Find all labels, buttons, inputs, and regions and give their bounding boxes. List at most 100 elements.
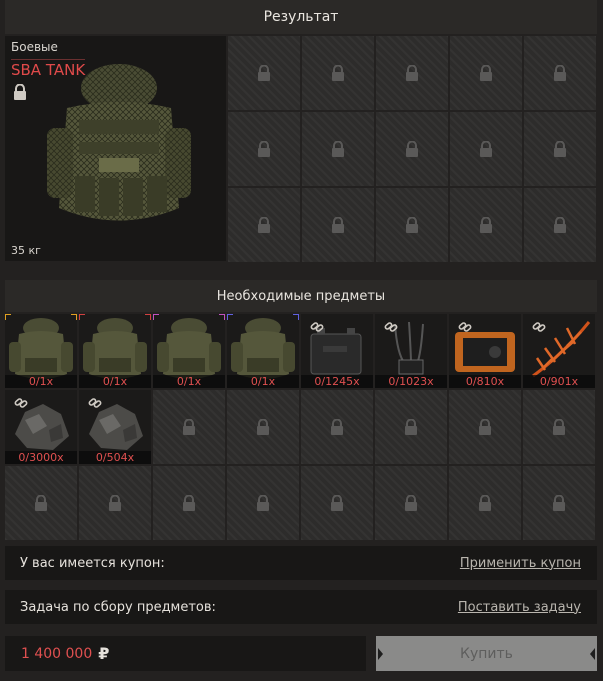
required-item[interactable]: 0/901x	[523, 314, 595, 388]
link-icon	[458, 322, 472, 332]
locked-slot	[523, 466, 595, 540]
required-item[interactable]: 0/1x	[5, 314, 77, 388]
armor-image	[47, 64, 191, 221]
required-item[interactable]: 0/1245x	[301, 314, 373, 388]
lock-icon	[183, 495, 195, 511]
buy-button[interactable]: Купить	[376, 636, 597, 671]
lock-icon	[554, 217, 566, 233]
task-row: Задача по сбору предметов: Поставить зад…	[5, 590, 597, 624]
locked-slot	[376, 112, 448, 186]
locked-slot	[228, 188, 300, 262]
lock-icon	[257, 419, 269, 435]
locked-slot	[450, 188, 522, 262]
lock-icon	[480, 217, 492, 233]
item-count: 0/1x	[227, 375, 299, 388]
lock-icon	[480, 65, 492, 81]
link-icon	[532, 322, 546, 332]
lock-icon	[406, 65, 418, 81]
lock-icon	[479, 419, 491, 435]
locked-slot	[228, 36, 300, 110]
lock-icon	[480, 141, 492, 157]
item-category: Боевые	[11, 40, 58, 54]
lock-icon	[258, 65, 270, 81]
result-item-panel[interactable]: Боевые SBA TANK 35 кг	[5, 36, 226, 261]
set-task-link[interactable]: Поставить задачу	[458, 600, 581, 615]
locked-slot	[227, 466, 299, 540]
lock-icon	[258, 141, 270, 157]
locked-slot	[302, 36, 374, 110]
rarity-corner-icon	[5, 314, 11, 320]
rarity-corner-icon	[227, 314, 233, 320]
item-count: 0/1x	[5, 375, 77, 388]
locked-slot	[376, 188, 448, 262]
link-icon	[14, 398, 28, 408]
buy-button-label: Купить	[460, 645, 513, 662]
locked-slot	[5, 466, 77, 540]
currency-icon: ₽	[98, 644, 110, 663]
lock-icon	[406, 141, 418, 157]
lock-icon	[109, 495, 121, 511]
rarity-corner-icon	[219, 314, 225, 320]
rarity-corner-icon	[293, 314, 299, 320]
lock-icon	[405, 419, 417, 435]
locked-slot	[449, 466, 521, 540]
lock-icon	[332, 217, 344, 233]
lock-icon	[183, 419, 195, 435]
required-item[interactable]: 0/1x	[153, 314, 225, 388]
item-count: 0/901x	[523, 375, 595, 388]
result-header: Результат	[5, 0, 597, 34]
lock-icon	[405, 495, 417, 511]
required-item[interactable]: 0/3000x	[5, 390, 77, 464]
required-item[interactable]: 0/1023x	[375, 314, 447, 388]
lock-icon	[332, 65, 344, 81]
locked-slot	[524, 188, 596, 262]
locked-slot	[523, 390, 595, 464]
lock-icon	[553, 495, 565, 511]
locked-slot	[302, 112, 374, 186]
lock-icon	[14, 84, 26, 100]
item-count: 0/1x	[79, 375, 151, 388]
item-count: 0/504x	[79, 451, 151, 464]
locked-slot	[153, 390, 225, 464]
locked-slot	[524, 112, 596, 186]
price-amount: 1 400 000	[21, 645, 93, 662]
required-item[interactable]: 0/1x	[227, 314, 299, 388]
lock-icon	[553, 419, 565, 435]
lock-icon	[35, 495, 47, 511]
required-item[interactable]: 0/1x	[79, 314, 151, 388]
locked-slot	[375, 466, 447, 540]
lock-icon	[406, 217, 418, 233]
required-items-grid: 0/1x 0/1x 0/1x 0/1x 0/1245x 0/1023x 0/810x 0/90…	[5, 314, 595, 540]
coupon-label: У вас имеется купон:	[20, 555, 165, 571]
required-items-title: Необходимые предметы	[216, 288, 386, 304]
required-item[interactable]: 0/504x	[79, 390, 151, 464]
locked-slot	[79, 466, 151, 540]
locked-slot	[449, 390, 521, 464]
rarity-corner-icon	[145, 314, 151, 320]
price-panel: 1 400 000 ₽	[5, 636, 366, 671]
right-bracket-icon	[590, 647, 595, 660]
item-weight: 35 кг	[11, 244, 41, 257]
lock-icon	[331, 419, 343, 435]
locked-slot	[153, 466, 225, 540]
lock-icon	[332, 141, 344, 157]
lock-icon	[554, 65, 566, 81]
locked-slot	[302, 188, 374, 262]
item-count: 0/3000x	[5, 451, 77, 464]
apply-coupon-link[interactable]: Применить купон	[460, 556, 581, 571]
link-icon	[310, 322, 324, 332]
locked-slot	[227, 390, 299, 464]
required-items-header: Необходимые предметы	[5, 280, 597, 312]
lock-icon	[258, 217, 270, 233]
link-icon	[384, 322, 398, 332]
left-bracket-icon	[378, 647, 383, 660]
lock-icon	[479, 495, 491, 511]
result-title: Результат	[263, 9, 339, 25]
locked-slot	[450, 36, 522, 110]
item-count: 0/1x	[153, 375, 225, 388]
locked-slot	[301, 466, 373, 540]
locked-slot	[376, 36, 448, 110]
rarity-corner-icon	[79, 314, 85, 320]
required-item[interactable]: 0/810x	[449, 314, 521, 388]
coupon-row: У вас имеется купон: Применить купон	[5, 546, 597, 580]
